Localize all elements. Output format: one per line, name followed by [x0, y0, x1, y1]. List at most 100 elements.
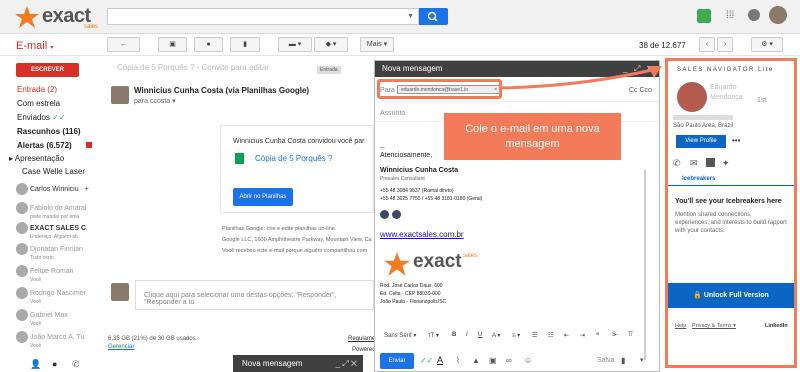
- hangouts-current-user[interactable]: Carlos Winniciu +: [16, 183, 89, 195]
- reply-box[interactable]: Clique aqui para selecionar uma destas o…: [135, 280, 374, 310]
- sidebar-item-inbox[interactable]: Entrada (2): [17, 85, 57, 94]
- contact-item[interactable]: Gabriel Max Você: [16, 309, 68, 327]
- profile-photo[interactable]: [677, 82, 707, 112]
- profile-first-name[interactable]: Eduardo: [710, 84, 736, 91]
- profile-last-name[interactable]: Mendonça: [710, 94, 743, 101]
- prev-button[interactable]: ‹: [699, 37, 715, 52]
- manage-storage-link[interactable]: Gerenciar: [108, 344, 134, 350]
- drive-icon[interactable]: ▲: [472, 356, 480, 365]
- link-icon[interactable]: ∞: [506, 356, 512, 365]
- delete-button[interactable]: ▮: [230, 37, 260, 52]
- sidebar-item-starred[interactable]: Com estrela: [17, 99, 60, 108]
- photo-icon[interactable]: ▣: [489, 356, 497, 365]
- sheet-link[interactable]: Cópia de 5 Porquês ?: [255, 154, 332, 163]
- email-switcher[interactable]: E-mail ▾: [16, 40, 53, 52]
- extension-icon[interactable]: [697, 9, 711, 23]
- settings-button[interactable]: ⚙ ▾: [751, 37, 783, 52]
- numbered-list-icon[interactable]: ☰: [532, 332, 537, 339]
- sig-website-link[interactable]: www.exactsales.com.br: [380, 230, 464, 239]
- contact-item[interactable]: Djonatan Finnian Tudo certo: [16, 243, 83, 261]
- phone-icon[interactable]: ✆: [673, 158, 681, 169]
- spam-button[interactable]: ●: [194, 37, 223, 52]
- inbox-badge[interactable]: Entrada: [317, 66, 341, 74]
- compose-button[interactable]: ESCREVER: [16, 63, 79, 77]
- italic-icon[interactable]: I: [466, 332, 468, 338]
- avatar: [16, 222, 28, 234]
- sender-avatar: [111, 86, 129, 104]
- align-icon[interactable]: ≡ ▾: [512, 332, 520, 339]
- sidebar-item-drafts[interactable]: Rascunhos (116): [17, 127, 81, 136]
- avatar[interactable]: [769, 6, 787, 24]
- sidebar-item-alerts[interactable]: Alertas (6.572): [17, 141, 92, 150]
- text-color-icon[interactable]: A ▾: [492, 332, 500, 339]
- compose-scrollbar[interactable]: [644, 170, 646, 360]
- avatar: [16, 309, 28, 321]
- labels-button[interactable]: ◆ ▾: [314, 37, 348, 52]
- move-to-button[interactable]: ▬ ▾: [278, 37, 312, 52]
- sheets-icon: [235, 153, 244, 164]
- add-contact-icon[interactable]: +: [85, 186, 89, 193]
- contact-item[interactable]: Felipe Roman Você: [16, 265, 74, 283]
- more-button[interactable]: Mais ▾: [360, 37, 394, 52]
- window-controls-icon[interactable]: _ ⤢ ✕: [336, 355, 357, 372]
- discard-icon[interactable]: ▮: [621, 356, 625, 365]
- send-button[interactable]: Enviar: [380, 353, 414, 369]
- format-text-icon[interactable]: A: [437, 355, 443, 365]
- exact-sales-signature-logo: exact sales: [383, 251, 483, 277]
- font-size-icon[interactable]: тT ▾: [428, 332, 439, 339]
- strikethrough-icon[interactable]: S̶: [612, 332, 616, 338]
- sidebar-item-apresentacao[interactable]: ▸ Apresentação: [9, 154, 64, 163]
- font-family-select[interactable]: Sans Serif ▾: [384, 332, 416, 339]
- search-button[interactable]: [419, 8, 448, 25]
- view-profile-button[interactable]: View Profile: [676, 135, 726, 148]
- indent-more-icon[interactable]: ⇥: [580, 332, 585, 339]
- tab-icebreakers[interactable]: Icebreakers: [682, 176, 715, 182]
- search-input[interactable]: ▼: [107, 8, 419, 25]
- person-icon[interactable]: 👤: [30, 359, 41, 370]
- privacy-terms-link[interactable]: Privacy & Terms ▾: [692, 323, 736, 329]
- contact-item[interactable]: EXACT SALES C Endereço: Alguém ab: [16, 222, 86, 240]
- indent-less-icon[interactable]: ⇤: [564, 332, 569, 339]
- bold-icon[interactable]: B: [452, 332, 456, 338]
- more-actions-icon[interactable]: •••: [732, 136, 740, 145]
- recipient-line[interactable]: para ccosta ▾: [134, 97, 176, 105]
- sidebar-item-case[interactable]: Case Welle Laser: [22, 167, 85, 176]
- terms-link[interactable]: Regulame: [348, 336, 375, 342]
- avatar: [16, 243, 28, 255]
- next-button[interactable]: ›: [717, 37, 733, 52]
- avatar: [16, 265, 28, 277]
- more-options-icon[interactable]: ▾: [640, 356, 644, 364]
- quote-icon[interactable]: ❝: [596, 332, 599, 339]
- exact-sales-logo[interactable]: exact sales: [14, 5, 104, 30]
- unlock-full-version-button[interactable]: 🔒 Unlock Full Version: [668, 283, 794, 308]
- contact-item[interactable]: João Marco A. Tu Você: [16, 331, 84, 349]
- back-button[interactable]: ←: [107, 37, 140, 52]
- help-link[interactable]: Help: [675, 323, 686, 329]
- compose-window: Nova mensagem _ ⤢ ✕ Para eduardo.mendonc…: [374, 60, 660, 372]
- search-options-icon[interactable]: ▼: [407, 13, 414, 20]
- contact-item[interactable]: Fabiolo do Amaral pode mandar por ema: [16, 202, 86, 220]
- linkedin-icon[interactable]: [706, 158, 715, 167]
- attach-icon[interactable]: ⌇: [456, 356, 460, 365]
- subject-input[interactable]: Assunto: [380, 110, 405, 117]
- linkedin-social-icon[interactable]: [380, 210, 389, 219]
- underline-icon[interactable]: U: [478, 332, 482, 338]
- sidebar-item-sent[interactable]: Enviados ✓✓: [17, 113, 66, 122]
- youtube-social-icon[interactable]: [392, 210, 401, 219]
- footer-address[interactable]: Google LLC, 1600 Amphitheatre Parkway, M…: [222, 237, 372, 243]
- phone-icon[interactable]: ✆: [72, 359, 80, 370]
- mail-icon[interactable]: ✉: [690, 158, 698, 169]
- contact-item[interactable]: Rodrigo Nascimer Você: [16, 287, 86, 305]
- bulleted-list-icon[interactable]: ☷: [548, 332, 553, 339]
- apps-grid-icon[interactable]: ⁞⁞⁞: [726, 10, 734, 21]
- emoji-icon[interactable]: ☺: [524, 356, 532, 365]
- open-sheets-button[interactable]: Abrir no Planilhas: [233, 188, 293, 206]
- tracking-check-icon[interactable]: ✓✓: [420, 356, 433, 365]
- search-icon: [427, 11, 438, 22]
- notifications-icon[interactable]: [748, 9, 760, 21]
- archive-button[interactable]: ▣: [158, 37, 187, 52]
- twitter-icon[interactable]: ✦: [722, 158, 730, 169]
- clear-format-icon[interactable]: T̸: [628, 332, 632, 338]
- minimized-compose[interactable]: Nova mensagem _ ⤢ ✕: [233, 355, 363, 372]
- hangouts-icon[interactable]: ●: [52, 359, 57, 369]
